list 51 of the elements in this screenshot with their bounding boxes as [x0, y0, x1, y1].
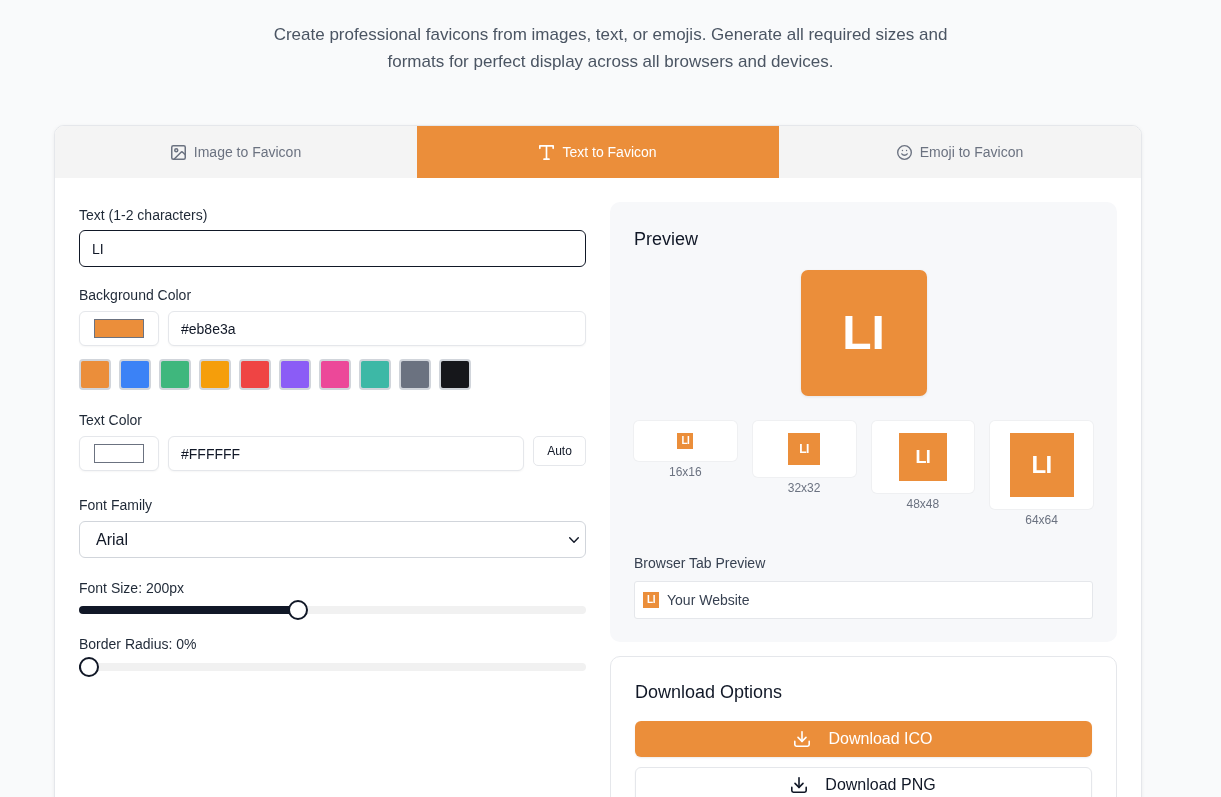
smiley-icon	[896, 144, 912, 160]
color-swatch-icon[interactable]	[439, 359, 471, 390]
favicon-preview: LI	[800, 270, 927, 396]
size-label: 48x48	[906, 496, 940, 512]
field-label: Text Color	[79, 411, 144, 430]
font-size-slider[interactable]	[79, 600, 586, 620]
color-swatch-icon[interactable]	[399, 359, 431, 390]
auto-button[interactable]: Auto	[533, 436, 586, 466]
favicon-preview: LI	[643, 592, 659, 608]
field-label: Border Radius: 0%	[79, 635, 198, 654]
text-input[interactable]: LI	[79, 230, 586, 267]
color-swatch-icon[interactable]	[239, 359, 271, 390]
size-label: 64x64	[1025, 512, 1058, 528]
color-swatch-icon[interactable]	[359, 359, 391, 390]
slider-thumb[interactable]	[79, 657, 99, 677]
hex-input[interactable]: #eb8e3a	[168, 311, 586, 346]
text-icon	[539, 144, 555, 160]
favicon-preview: LI	[898, 433, 947, 481]
field-label: Font Family	[79, 496, 154, 515]
download-button[interactable]: Download PNG	[635, 767, 1092, 797]
intro-text: Create professional favicons from images, text, or emojis. Generate all required sizes and formats for perfect display across all browsers and devices.	[272, 24, 949, 73]
field-label: Text (1-2 characters)	[79, 206, 209, 225]
size-label: 32x32	[787, 480, 821, 496]
field-label: Background Color	[79, 286, 193, 305]
tab-title: Your Website	[667, 592, 750, 608]
color-swatch-icon[interactable]	[119, 359, 151, 390]
favicon-preview: LI	[677, 433, 694, 449]
hex-input[interactable]: #FFFFFF	[168, 436, 524, 471]
color-swatch-icon[interactable]	[279, 359, 311, 390]
font-family-select[interactable]: Arial	[79, 521, 586, 558]
color-swatch-icon[interactable]	[319, 359, 351, 390]
download-title: Download Options	[635, 681, 784, 703]
favicon-preview: LI	[788, 433, 821, 465]
preview-title: Preview	[634, 228, 700, 250]
chevron-down-icon	[569, 536, 579, 543]
color-picker-button[interactable]	[79, 436, 159, 471]
download-icon	[791, 777, 808, 793]
size-label: 16x16	[669, 464, 702, 480]
border-radius-slider[interactable]	[79, 657, 586, 677]
color-picker-button[interactable]	[79, 311, 159, 346]
field-label: Font Size: 200px	[79, 579, 186, 598]
favicon-preview: LI	[1009, 433, 1074, 497]
tab[interactable]: Emoji to Favicon	[779, 126, 1141, 178]
slider-thumb[interactable]	[288, 600, 309, 620]
image-icon	[170, 144, 186, 160]
color-swatch-icon[interactable]	[159, 359, 191, 390]
download-icon	[794, 731, 811, 747]
color-swatch-icon[interactable]	[199, 359, 231, 390]
tab[interactable]: Image to Favicon	[55, 126, 417, 178]
color-swatch-icon[interactable]	[79, 359, 111, 390]
tab-preview-label: Browser Tab Preview	[634, 554, 767, 573]
